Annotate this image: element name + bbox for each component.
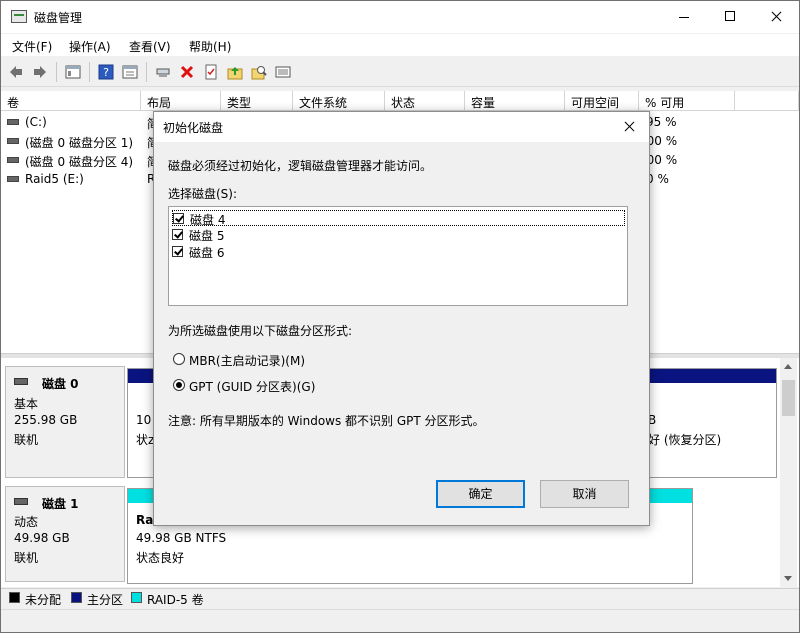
legend-raid5-swatch	[131, 592, 142, 603]
volume-name: (C:)	[25, 115, 47, 129]
disk-0-status: 联机	[14, 433, 39, 447]
volume-percent-free: 95 %	[646, 115, 677, 129]
menu-view[interactable]: 查看(V)	[129, 38, 171, 55]
initialize-disk-dialog: 初始化磁盘 磁盘必须经过初始化，逻辑磁盘管理器才能访问。 选择磁盘(S): 磁盘…	[153, 111, 650, 526]
ok-button[interactable]: 确定	[436, 480, 525, 508]
menu-bar: 文件(F) 操作(A) 查看(V) 帮助(H)	[1, 34, 799, 56]
volume-name: (磁盘 0 磁盘分区 1)	[25, 136, 134, 150]
legend-primary-swatch	[71, 592, 82, 603]
mbr-radio[interactable]	[173, 353, 185, 365]
dialog-close-icon[interactable]	[154, 112, 649, 142]
connect-icon[interactable]	[155, 64, 171, 80]
dialog-title: 初始化磁盘	[163, 121, 224, 135]
menu-file[interactable]: 文件(F)	[12, 38, 52, 55]
disk-0-type: 基本	[14, 397, 39, 411]
legend-primary-label: 主分区	[87, 593, 124, 607]
volume-name: Raid5 (E:)	[25, 172, 84, 186]
toolbar-separator	[56, 62, 57, 82]
column-header-layout[interactable]: 布局	[141, 91, 221, 111]
volume-icon	[7, 157, 19, 163]
disk-0-volume-line1: 10	[136, 413, 152, 427]
svg-text:?: ?	[103, 66, 109, 79]
raid5-volume-size: 49.98 GB NTFS	[136, 531, 227, 545]
gpt-radio[interactable]	[173, 379, 185, 391]
column-header-capacity[interactable]: 容量	[465, 91, 565, 111]
disk-6-checkbox[interactable]	[172, 246, 183, 257]
column-header-volume[interactable]: 卷	[1, 91, 141, 111]
disk-0-header[interactable]: 磁盘 0 基本 255.98 GB 联机	[5, 366, 125, 478]
disk-1-type: 动态	[14, 515, 39, 529]
title-bar[interactable]: 磁盘管理	[1, 1, 799, 33]
legend-raid5-label: RAID-5 卷	[147, 593, 204, 607]
disk-6-label: 磁盘 6	[189, 246, 225, 260]
toolbar-separator	[89, 62, 90, 82]
menu-help[interactable]: 帮助(H)	[189, 38, 231, 55]
back-arrow-icon[interactable]	[8, 64, 24, 80]
maximize-button[interactable]	[707, 1, 753, 33]
disk-4-checkbox[interactable]	[173, 213, 184, 224]
column-header-blank	[735, 91, 799, 111]
disk-0-volume-line2: 状z	[136, 433, 155, 447]
column-header-status[interactable]: 状态	[385, 91, 465, 111]
volume-icon	[7, 119, 19, 125]
column-header-free-space[interactable]: 可用空间	[565, 91, 639, 111]
checklist-icon[interactable]	[203, 64, 219, 80]
legend-bar: 未分配 主分区 RAID-5 卷	[1, 588, 799, 609]
disk-6-item[interactable]: 磁盘 6	[172, 244, 625, 260]
disk-1-name: 磁盘 1	[42, 497, 79, 511]
legend-unallocated-label: 未分配	[25, 593, 62, 607]
disk-drive-icon	[14, 378, 28, 385]
column-header-percent-free[interactable]: % 可用	[639, 91, 735, 111]
list-view-icon[interactable]	[275, 64, 291, 80]
partition-style-label: 为所选磁盘使用以下磁盘分区形式:	[168, 324, 353, 338]
disk-0-recovery-line2: 好 (恢复分区)	[648, 433, 722, 447]
mbr-option-label[interactable]: MBR(主启动记录)(M)	[189, 352, 305, 369]
volume-icon	[7, 138, 19, 144]
disk-5-label: 磁盘 5	[189, 229, 225, 243]
properties-icon[interactable]	[122, 64, 138, 80]
menu-action[interactable]: 操作(A)	[69, 38, 111, 55]
disk-1-status: 联机	[14, 551, 39, 565]
disk-drive-icon	[14, 498, 28, 505]
search-folder-icon[interactable]	[251, 64, 267, 80]
delete-icon[interactable]	[179, 64, 195, 80]
disk-1-size: 49.98 GB	[14, 531, 70, 545]
window-title: 磁盘管理	[34, 11, 83, 25]
column-header-filesystem[interactable]: 文件系统	[293, 91, 385, 111]
toolbar: ?	[1, 58, 799, 87]
disk-pane-scrollbar[interactable]	[780, 358, 797, 587]
gpt-option-label[interactable]: GPT (GUID 分区表)(G)	[189, 378, 315, 395]
scroll-thumb[interactable]	[782, 380, 795, 416]
disk-checklist[interactable]: 磁盘 4 磁盘 5 磁盘 6	[168, 206, 628, 306]
scroll-up-icon[interactable]	[784, 364, 792, 369]
close-button[interactable]	[753, 1, 799, 33]
disk-0-size: 255.98 GB	[14, 413, 78, 427]
disk-5-checkbox[interactable]	[172, 229, 183, 240]
disk-management-app-icon	[11, 10, 27, 23]
scroll-down-icon[interactable]	[784, 576, 792, 581]
minimize-button[interactable]	[661, 1, 707, 33]
disk-4-item[interactable]: 磁盘 4	[172, 210, 625, 227]
help-icon[interactable]: ?	[98, 64, 114, 80]
disk-4-label: 磁盘 4	[190, 213, 226, 227]
select-disk-label: 选择磁盘(S):	[168, 187, 238, 201]
forward-arrow-icon[interactable]	[32, 64, 48, 80]
up-folder-icon[interactable]	[227, 64, 243, 80]
raid5-volume-status: 状态良好	[136, 551, 185, 565]
disk-1-header[interactable]: 磁盘 1 动态 49.98 GB 联机	[5, 486, 125, 582]
volume-icon	[7, 176, 19, 182]
disk-0-name: 磁盘 0	[42, 377, 79, 391]
dialog-title-bar[interactable]: 初始化磁盘	[154, 112, 649, 142]
column-header-type[interactable]: 类型	[221, 91, 293, 111]
cancel-button[interactable]: 取消	[540, 480, 629, 508]
volume-name: (磁盘 0 磁盘分区 4)	[25, 155, 134, 169]
status-bar	[1, 609, 799, 632]
disk-5-item[interactable]: 磁盘 5	[172, 227, 625, 243]
gpt-compat-note: 注意: 所有早期版本的 Windows 都不识别 GPT 分区形式。	[168, 414, 485, 428]
legend-unallocated-swatch	[9, 592, 20, 603]
console-tree-icon[interactable]	[65, 64, 81, 80]
disk-management-window: 磁盘管理 文件(F) 操作(A) 查看(V) 帮助(H) ? 卷 布局 类型 文…	[0, 0, 800, 633]
toolbar-separator	[146, 62, 147, 82]
dialog-intro-text: 磁盘必须经过初始化，逻辑磁盘管理器才能访问。	[168, 159, 433, 173]
